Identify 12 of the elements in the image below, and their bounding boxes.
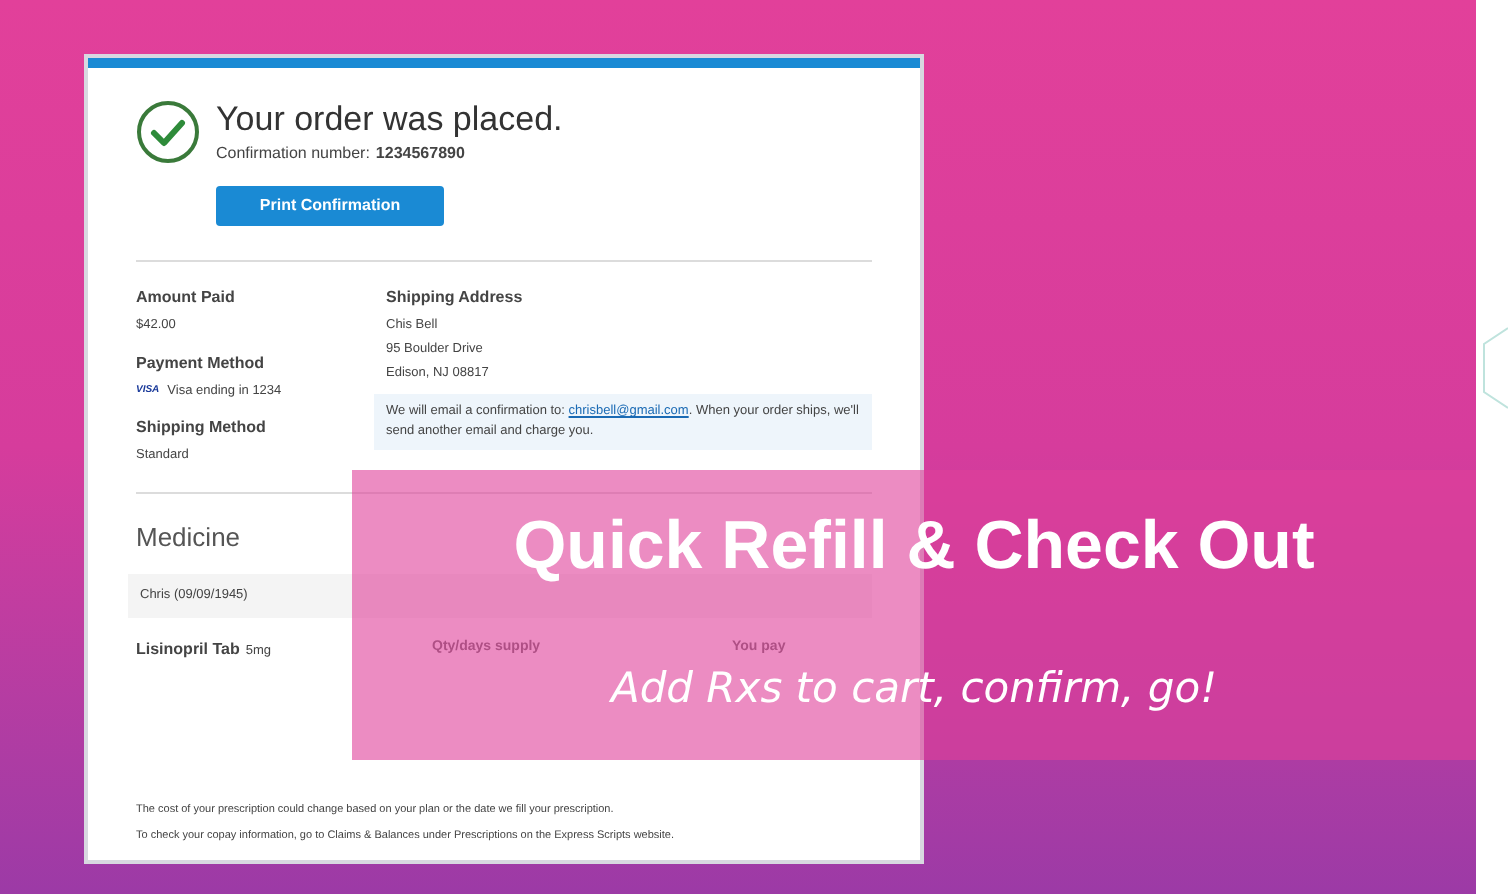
confirmation-label: Confirmation number: xyxy=(216,142,370,166)
order-title: Your order was placed. xyxy=(216,100,563,140)
check-circle-icon xyxy=(136,100,200,164)
shipping-address-label: Shipping Address xyxy=(386,286,523,310)
confirmation-number: 1234567890 xyxy=(375,142,465,166)
medicine-heading: Medicine xyxy=(136,520,241,557)
drug-name: Lisinopril Tab xyxy=(136,637,240,661)
print-confirmation-button[interactable]: Print Confirmation xyxy=(216,186,444,226)
banner-title: Quick Refill & Check Out xyxy=(513,506,1315,586)
payment-method-label: Payment Method xyxy=(136,351,265,376)
amount-paid-label: Amount Paid xyxy=(136,286,235,310)
shipping-method-label: Shipping Method xyxy=(136,415,266,439)
